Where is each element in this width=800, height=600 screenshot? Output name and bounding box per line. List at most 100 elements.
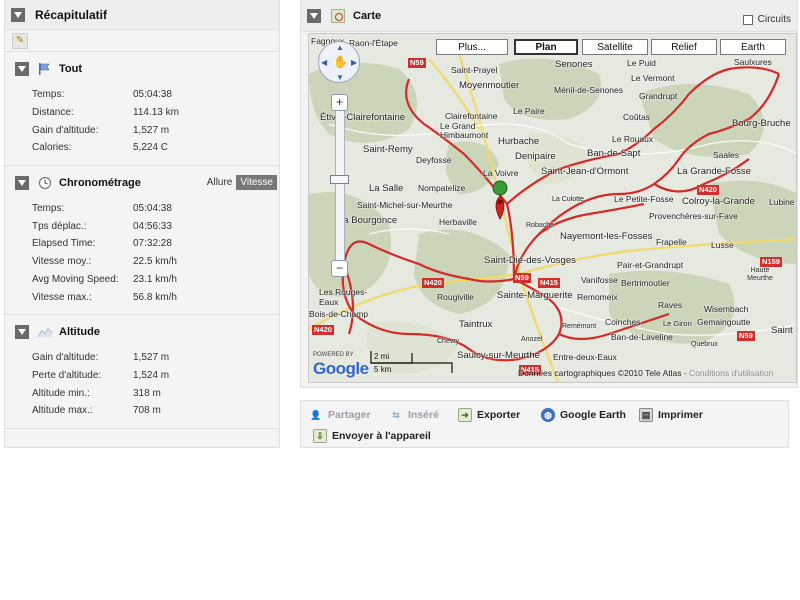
vitesse-toggle-option[interactable]: Vitesse (236, 174, 277, 190)
allure-toggle-option[interactable]: Allure (203, 175, 237, 190)
map-place-label: Saint-Jean-d'Ormont (541, 166, 629, 177)
collapse-triangle-icon[interactable] (11, 7, 25, 22)
map-place-label: Anozel (521, 336, 543, 343)
stat-value: 56.8 km/h (133, 291, 177, 303)
map-place-label: Hurbache (498, 136, 540, 147)
hand-icon[interactable]: ✋ (333, 55, 348, 69)
pencil-icon[interactable]: ✎ (12, 32, 28, 49)
map-type-satellite-button[interactable]: Satellite (582, 39, 648, 55)
stat-label: Distance: (32, 107, 74, 119)
map-place-label: Saint-Remy (363, 144, 413, 155)
stat-value: 05:04:38 (133, 203, 172, 215)
map-place-label: Denipaire (515, 151, 556, 162)
stat-row: Gain d'altitude: 1,527 m (5, 121, 279, 139)
stat-value: 23.1 km/h (133, 273, 177, 285)
powered-by-label: POWERED BY (313, 352, 354, 358)
stat-label: Elapsed Time: (32, 238, 96, 250)
stat-label: Calories: (32, 142, 72, 154)
export-button[interactable]: ➜ Exporter (458, 406, 520, 424)
stat-value: 04:56:33 (133, 220, 172, 232)
circuits-label: Circuits (757, 14, 791, 25)
stat-value: 5,224 C (133, 142, 169, 154)
map-type-plus-button[interactable]: Plus... (436, 39, 508, 55)
zoom-in-button[interactable]: + (331, 94, 348, 111)
collapse-triangle-icon[interactable] (307, 8, 321, 23)
stat-value: 708 m (133, 405, 161, 417)
embed-button[interactable]: ⇆ Inséré (389, 406, 439, 424)
action-toolbar: 👤 Partager ⇆ Inséré ➜ Exporter ◍ Google … (300, 400, 789, 448)
send-to-device-button[interactable]: ⇩ Envoyer à l'appareil (313, 427, 431, 445)
section-header: Altitude (5, 315, 279, 349)
print-label: Imprimer (658, 409, 703, 421)
map-type-relief-button[interactable]: Relief (651, 39, 717, 55)
pan-down-arrow-icon[interactable]: ▼ (336, 73, 344, 82)
pan-right-arrow-icon[interactable]: ▶ (351, 58, 357, 67)
map-panel: Carte Circuits Plus... Plan Satellite Re… (300, 0, 798, 388)
map-place-label: Saulxures (734, 57, 772, 67)
map-type-earth-button[interactable]: Earth (720, 39, 786, 55)
summary-title: Récapitulatif (35, 7, 108, 22)
collapse-triangle-icon[interactable] (15, 62, 29, 76)
circuits-checkbox-row[interactable]: Circuits (742, 14, 791, 25)
map-place-label: La Grande-Fosse (677, 166, 751, 177)
section-header: Tout (5, 52, 279, 86)
road-shield: N159 (760, 257, 782, 267)
stat-label: Gain d'altitude: (32, 124, 99, 136)
pan-left-arrow-icon[interactable]: ◀ (321, 58, 327, 67)
google-logo[interactable]: Google (313, 359, 369, 379)
map-place-label: Gemaingoutte (697, 317, 751, 327)
map-place-label: Saales (713, 150, 739, 160)
stat-row: Avg Moving Speed: 23.1 km/h (5, 271, 279, 289)
map-place-label: Nompatelize (418, 183, 466, 193)
map-place-label: Clairefontaine (445, 111, 498, 121)
circuits-checkbox[interactable] (742, 14, 753, 25)
map-place-label: Raves (658, 300, 683, 310)
scale-metric-label: 5 km (374, 365, 392, 374)
map-place-label: Raon-l'Étape (349, 38, 398, 48)
map-title: Carte (353, 9, 382, 22)
pan-control[interactable]: ▲ ▼ ◀ ▶ ✋ (318, 41, 360, 83)
section-title: Altitude (59, 325, 100, 338)
print-button[interactable]: ▤ Imprimer (639, 406, 703, 424)
stat-row: Altitude min.: 318 m (5, 384, 279, 402)
map-place-label: Bourg-Bruche (732, 118, 791, 129)
scale-imperial-label: 2 mi (374, 352, 390, 361)
google-earth-label: Google Earth (560, 409, 626, 421)
stat-value: 07:32:28 (133, 238, 172, 250)
map-place-label: Provenchères-sur-Fave (649, 211, 738, 221)
section-chronometrage: Chronométrage Allure Vitesse Temps: 05:04… (5, 166, 279, 315)
map-place-label: Ban-de-Sapt (587, 148, 641, 159)
google-earth-button[interactable]: ◍ Google Earth (541, 406, 626, 424)
map-place-label: La Culotte (552, 196, 584, 203)
section-altitude: Altitude Gain d'altitude: 1,527 m Perte d… (5, 315, 279, 429)
map-place-label: Ban-de-Laveline (611, 332, 673, 342)
collapse-triangle-icon[interactable] (15, 324, 29, 339)
section-title: Chronométrage (59, 176, 141, 189)
stat-label: Temps: (32, 89, 65, 101)
map-place-label: Le Rouaux (612, 134, 654, 144)
export-icon: ➜ (458, 408, 472, 422)
share-button[interactable]: 👤 Partager (309, 406, 371, 424)
stat-value: 1,527 m (133, 352, 170, 364)
map-place-label: Saint-Dié-des-Vosges (484, 255, 576, 266)
zoom-slider-thumb[interactable] (330, 175, 349, 184)
road-shield: N420 (422, 278, 444, 288)
send-to-device-label: Envoyer à l'appareil (332, 430, 431, 442)
zoom-out-button[interactable]: − (331, 260, 348, 277)
map-type-plan-button[interactable]: Plan (514, 39, 578, 55)
collapse-triangle-icon[interactable] (15, 175, 29, 190)
map-place-label: Haute Meurthe (747, 267, 773, 282)
share-label: Partager (328, 409, 371, 421)
map-place-label: Saint-Michel-sur-Meurthe (357, 200, 453, 210)
pan-up-arrow-icon[interactable]: ▲ (336, 43, 344, 52)
road-shield: N59 (737, 331, 755, 341)
map-place-label: Saulcy-sur-Meurthe (457, 350, 540, 361)
map-view[interactable]: Plus... Plan Satellite Relief Earth Fagn… (308, 33, 797, 383)
stat-row: Vitesse max.: 56.8 km/h (5, 288, 279, 306)
terms-of-use-link[interactable]: Conditions d'utilisation (689, 368, 773, 378)
stat-label: Perte d'altitude: (32, 369, 102, 381)
embed-icon: ⇆ (392, 409, 400, 420)
map-place-label: Nayemont-les-Fosses (560, 231, 653, 242)
map-place-label: Le Paire (513, 106, 545, 116)
pace-speed-toggle: Allure Vitesse (203, 174, 277, 190)
